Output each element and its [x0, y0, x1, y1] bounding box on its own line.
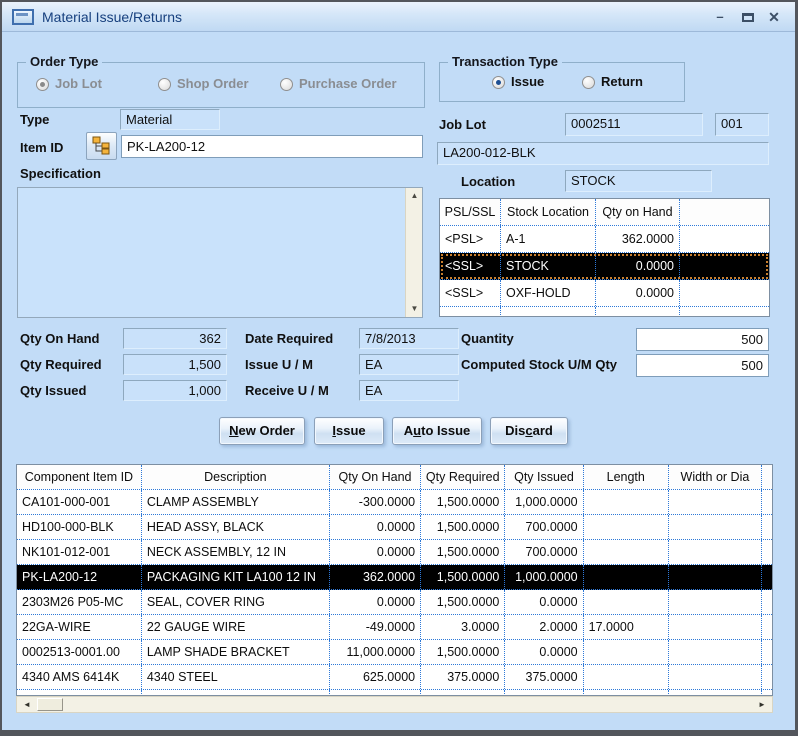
receive-um-label: Receive U / M: [245, 383, 329, 398]
component-row-0002513[interactable]: 0002513-0001.00 LAMP SHADE BRACKET 11,00…: [17, 640, 772, 665]
type-field: Material: [120, 109, 220, 130]
qty-on-hand-label: Qty On Hand: [20, 331, 99, 346]
specification-textarea[interactable]: ▲ ▼: [17, 187, 423, 318]
radio-issue-label: Issue: [511, 74, 544, 89]
receive-um-field: EA: [359, 380, 459, 401]
qty-required-label: Qty Required: [20, 357, 102, 372]
radio-return-icon: [582, 76, 595, 89]
radio-return[interactable]: Return: [582, 74, 643, 92]
minimize-button[interactable]: –: [707, 2, 733, 32]
radio-shop-order-label: Shop Order: [177, 76, 249, 91]
qty-required-field: 1,500: [123, 354, 227, 375]
stock-row-ssl-oxfhold[interactable]: <SSL> OXF-HOLD 0.0000: [440, 280, 769, 307]
col-qty-issued: Qty Issued: [505, 465, 583, 489]
computed-qty-label: Computed Stock U/M Qty: [461, 357, 617, 372]
col-width-or-dia: Width or Dia: [669, 465, 762, 489]
order-type-group: Order Type Job Lot Shop Order Purchase O…: [17, 62, 425, 108]
qty-issued-field: 1,000: [123, 380, 227, 401]
window-title: Material Issue/Returns: [42, 2, 182, 32]
radio-job-lot-label: Job Lot: [55, 76, 102, 91]
job-lot-number-field: 0002511: [565, 113, 703, 136]
col-description: Description: [142, 465, 330, 489]
specification-scrollbar[interactable]: ▲ ▼: [405, 188, 422, 317]
radio-job-lot-icon: [36, 78, 49, 91]
quantity-input[interactable]: [636, 328, 769, 351]
scroll-down-icon[interactable]: ▼: [406, 301, 423, 317]
qty-issued-label: Qty Issued: [20, 383, 86, 398]
job-lot-item-field: LA200-012-BLK: [437, 142, 769, 165]
job-lot-label: Job Lot: [439, 117, 486, 132]
radio-job-lot: Job Lot: [36, 76, 102, 94]
date-required-label: Date Required: [245, 331, 333, 346]
hscroll-thumb[interactable]: [37, 698, 63, 711]
maximize-button[interactable]: [735, 2, 761, 32]
col-qty-on-hand: Qty On Hand: [330, 465, 421, 489]
component-row-ca101[interactable]: CA101-000-001 CLAMP ASSEMBLY -300.0000 1…: [17, 490, 772, 515]
component-row-4340[interactable]: 4340 AMS 6414K 4340 STEEL 625.0000 375.0…: [17, 665, 772, 690]
scroll-left-icon[interactable]: ◄: [19, 697, 35, 712]
col-psl-ssl: PSL/SSL: [440, 199, 501, 225]
maximize-icon: [742, 13, 754, 22]
component-row-pkla200-selected[interactable]: PK-LA200-12 PACKAGING KIT LA100 12 IN 36…: [17, 565, 772, 590]
location-label: Location: [461, 174, 515, 189]
stock-location-table: PSL/SSL Stock Location Qty on Hand <PSL>…: [439, 198, 770, 317]
item-id-label: Item ID: [20, 140, 63, 155]
radio-purchase-order-label: Purchase Order: [299, 76, 397, 91]
form-window-icon: [12, 9, 34, 25]
item-lookup-button[interactable]: [86, 132, 117, 160]
component-table: Component Item ID Description Qty On Han…: [16, 464, 773, 696]
component-row-hd100[interactable]: HD100-000-BLK HEAD ASSY, BLACK 0.0000 1,…: [17, 515, 772, 540]
component-table-hscrollbar[interactable]: ◄ ►: [16, 696, 773, 713]
radio-shop-order: Shop Order: [158, 76, 249, 94]
discard-button[interactable]: Discard: [490, 417, 568, 445]
issue-button[interactable]: Issue: [314, 417, 384, 445]
radio-purchase-order: Purchase Order: [280, 76, 397, 94]
component-table-header: Component Item ID Description Qty On Han…: [17, 465, 772, 490]
stock-row-psl-a1[interactable]: <PSL> A-1 362.0000: [440, 226, 769, 253]
computed-qty-input[interactable]: [636, 354, 769, 377]
col-qty-required: Qty Required: [421, 465, 505, 489]
stock-table-header: PSL/SSL Stock Location Qty on Hand: [440, 199, 769, 226]
job-lot-release-field: 001: [715, 113, 769, 136]
issue-um-label: Issue U / M: [245, 357, 313, 372]
title-bar: Material Issue/Returns – ✕: [2, 2, 795, 32]
auto-issue-button[interactable]: Auto Issue: [392, 417, 482, 445]
scroll-up-icon[interactable]: ▲: [406, 188, 423, 204]
component-row-nk101[interactable]: NK101-012-001 NECK ASSEMBLY, 12 IN 0.000…: [17, 540, 772, 565]
stock-row-ssl-stock[interactable]: <SSL> STOCK 0.0000: [440, 253, 769, 280]
radio-shop-order-icon: [158, 78, 171, 91]
col-qty-on-hand: Qty on Hand: [596, 199, 680, 225]
col-filler: [680, 199, 769, 225]
radio-purchase-order-icon: [280, 78, 293, 91]
col-filler: [762, 465, 772, 489]
component-row-2303m26[interactable]: 2303M26 P05-MC SEAL, COVER RING 0.0000 1…: [17, 590, 772, 615]
radio-return-label: Return: [601, 74, 643, 89]
order-type-legend: Order Type: [26, 54, 102, 69]
stock-row-empty: [440, 307, 769, 317]
quantity-label: Quantity: [461, 331, 514, 346]
col-stock-location: Stock Location: [501, 199, 596, 225]
issue-um-field: EA: [359, 354, 459, 375]
location-field: STOCK: [565, 170, 712, 192]
close-button[interactable]: ✕: [761, 2, 787, 32]
radio-issue-icon: [492, 76, 505, 89]
scroll-right-icon[interactable]: ►: [754, 697, 770, 712]
specification-label: Specification: [20, 166, 101, 181]
date-required-field: 7/8/2013: [359, 328, 459, 349]
new-order-button[interactable]: New Order: [219, 417, 305, 445]
transaction-type-legend: Transaction Type: [448, 54, 562, 69]
type-label: Type: [20, 112, 49, 127]
col-length: Length: [584, 465, 669, 489]
transaction-type-group: Transaction Type Issue Return: [439, 62, 685, 102]
item-id-input[interactable]: [121, 135, 423, 158]
bom-tree-icon: [92, 136, 111, 155]
radio-issue[interactable]: Issue: [492, 74, 544, 92]
col-component-item-id: Component Item ID: [17, 465, 142, 489]
material-issue-returns-window: Material Issue/Returns – ✕ Order Type Jo…: [0, 0, 798, 736]
component-row-22ga-wire[interactable]: 22GA-WIRE 22 GAUGE WIRE -49.0000 3.0000 …: [17, 615, 772, 640]
qty-on-hand-field: 362: [123, 328, 227, 349]
